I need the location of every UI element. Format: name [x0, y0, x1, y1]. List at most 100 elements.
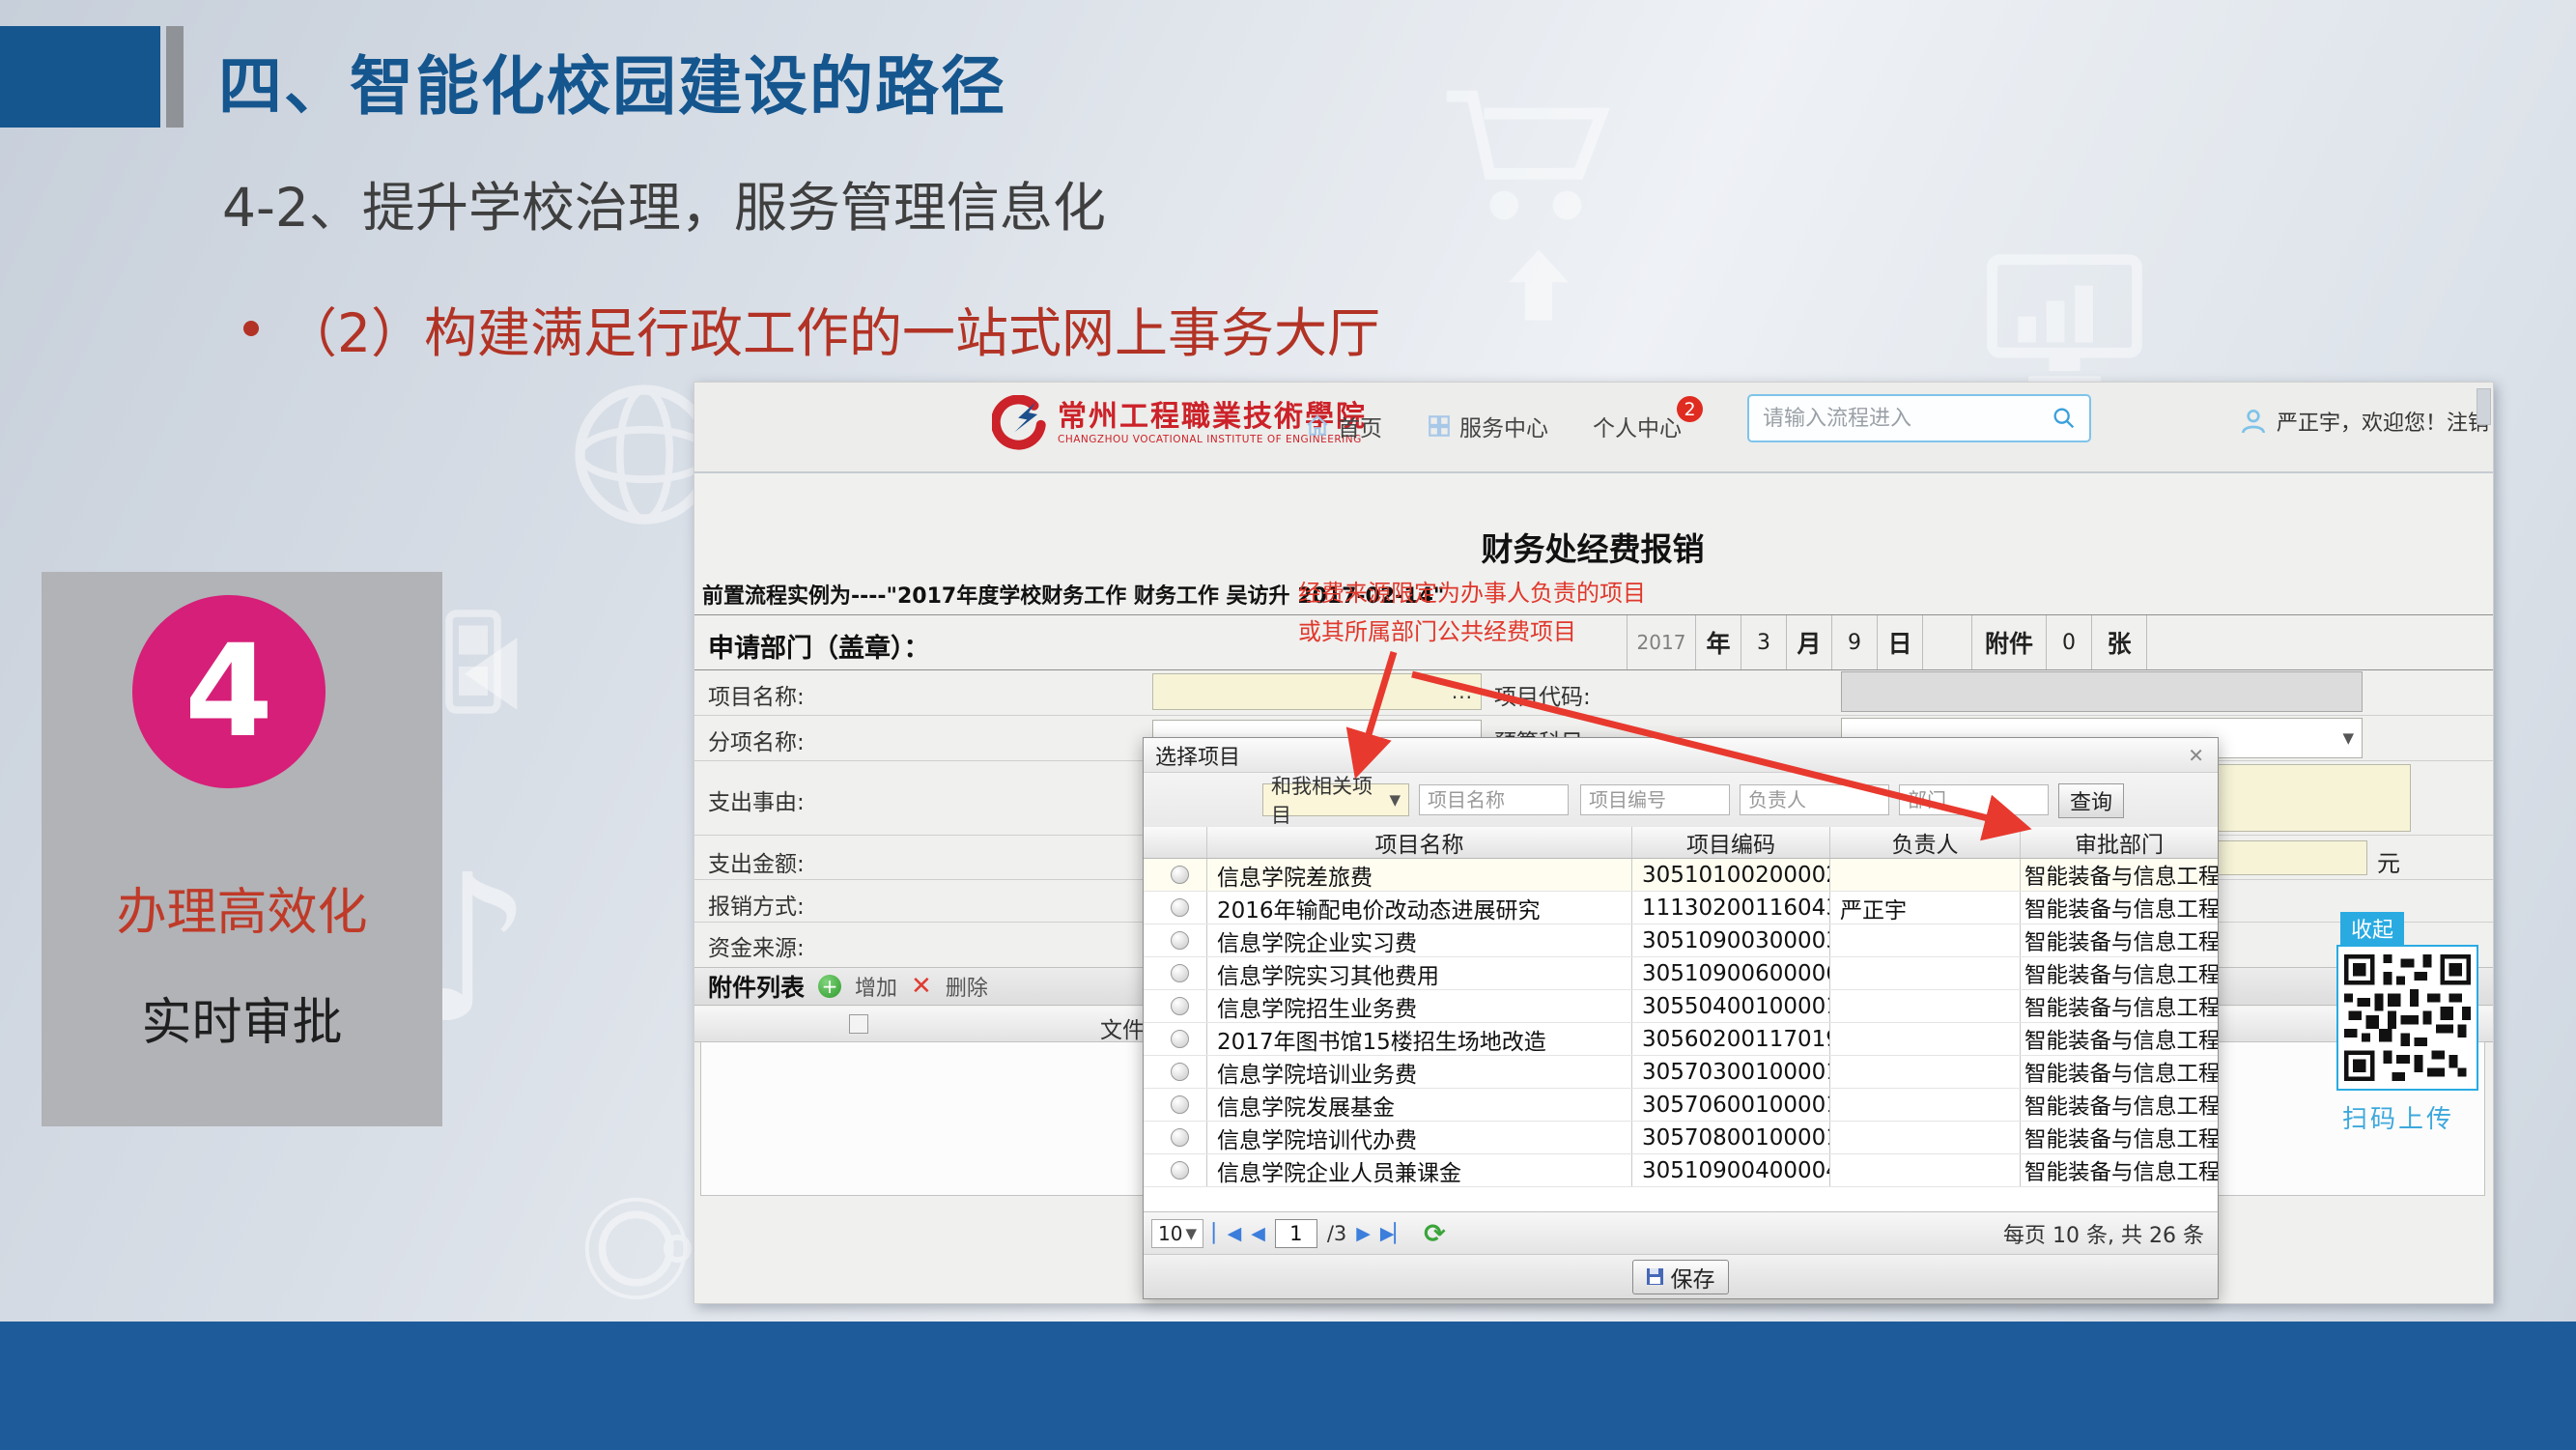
filter-project-name-input[interactable] — [1419, 784, 1569, 815]
table-row[interactable]: 信息学院企业人员兼课金 30510900400004 智能装备与信息工程学院 — [1144, 1154, 2218, 1187]
table-row[interactable]: 2017年图书馆15楼招生场地改造 30560200117019 智能装备与信息… — [1144, 1023, 2218, 1056]
cell-project-code: 30510900300003 — [1631, 924, 1829, 956]
cell-project-code: 30570600100001 — [1631, 1089, 1829, 1121]
radio-button[interactable] — [1171, 1030, 1189, 1048]
table-row[interactable]: 信息学院发展基金 30570600100001 智能装备与信息工程学院 — [1144, 1089, 2218, 1122]
save-button[interactable]: 保存 — [1632, 1260, 1729, 1294]
date-spacer — [1922, 615, 1971, 669]
close-icon[interactable]: ✕ — [2188, 744, 2204, 767]
radio-button[interactable] — [1171, 898, 1189, 917]
cell-owner — [1829, 1089, 2020, 1121]
monitor-chart-icon — [1980, 249, 2149, 394]
radio-button[interactable] — [1171, 1128, 1189, 1147]
home-icon — [1305, 413, 1330, 439]
qr-scan-label[interactable]: 扫码上传 — [2342, 1099, 2454, 1135]
apply-dept-row: 申请部门（盖章）： 2017 年 3 月 9 日 附件 0 张 — [694, 614, 2493, 670]
label-fund-source: 资金来源: — [708, 929, 805, 962]
radio-button[interactable] — [1171, 1161, 1189, 1180]
table-row[interactable]: 信息学院招生业务费 30550400100001 智能装备与信息工程学院 — [1144, 990, 2218, 1023]
attach-unit: 张 — [2091, 615, 2147, 669]
table-row[interactable]: 信息学院差旅费 30510100200002 智能装备与信息工程学院 — [1144, 859, 2218, 892]
project-name-input[interactable]: ... — [1152, 673, 1482, 710]
table-row[interactable]: 信息学院培训业务费 30570300100001 智能装备与信息工程学院 — [1144, 1056, 2218, 1089]
select-project-dialog: 选择项目 ✕ 和我相关项目 ▼ 查询 项目名称 项目编码 负责人 审批部门 — [1143, 737, 2219, 1299]
user-icon — [2238, 406, 2269, 437]
prev-page-button[interactable]: ◀ — [1251, 1223, 1265, 1244]
table-row[interactable]: 信息学院培训代办费 30570800100001 智能装备与信息工程学院 — [1144, 1122, 2218, 1154]
query-button[interactable]: 查询 — [2058, 783, 2124, 818]
attach-count: 0 — [2046, 615, 2091, 669]
attachment-delete-button[interactable]: 删除 — [946, 971, 988, 1002]
label-project-name: 项目名称: — [708, 678, 805, 711]
delete-x-icon[interactable]: ✕ — [911, 972, 932, 1001]
portal-header: 常州工程職業技術學院 CHANGZHOU VOCATIONAL INSTITUT… — [694, 383, 2493, 473]
nav-service-center[interactable]: 服务中心 — [1427, 410, 1548, 442]
radio-button[interactable] — [1171, 866, 1189, 884]
cell-dept: 智能装备与信息工程学院 — [2020, 892, 2218, 924]
cell-dept: 智能装备与信息工程学院 — [2020, 990, 2218, 1022]
attachment-title: 附件列表 — [708, 969, 805, 1004]
divider — [694, 715, 2493, 716]
user-account[interactable]: 严正宇，欢迎您！注销 — [2238, 406, 2489, 437]
label-expense-amount: 支出金额: — [708, 845, 805, 878]
qr-collapse-button[interactable]: 收起 — [2340, 912, 2404, 945]
nav-personal-center[interactable]: 个人中心 2 — [1593, 410, 1682, 442]
save-disk-icon — [1647, 1268, 1663, 1285]
page-number-input[interactable]: 1 — [1275, 1219, 1317, 1248]
slide-bullet: （2）构建满足行政工作的一站式网上事务大厅 — [243, 290, 1380, 367]
select-all-checkbox[interactable] — [849, 1014, 868, 1034]
first-page-button[interactable]: ▏◀ — [1213, 1223, 1241, 1244]
cell-project-name: 信息学院培训业务费 — [1206, 1056, 1631, 1088]
dialog-title-bar[interactable]: 选择项目 ✕ — [1144, 738, 2218, 773]
search-icon[interactable] — [2051, 405, 2078, 432]
radio-button[interactable] — [1171, 964, 1189, 982]
cell-dept: 智能装备与信息工程学院 — [2020, 1023, 2218, 1055]
attachment-add-button[interactable]: 增加 — [855, 971, 897, 1002]
slide-bullet-text: （2）构建满足行政工作的一站式网上事务大厅 — [284, 290, 1380, 367]
scrollbar-thumb[interactable] — [2477, 388, 2491, 425]
next-page-button[interactable]: ▶ — [1356, 1223, 1371, 1244]
refresh-icon[interactable]: ⟳ — [1424, 1219, 1446, 1249]
filter-owner-input[interactable] — [1740, 784, 1889, 815]
nav-home-label: 首页 — [1338, 410, 1382, 442]
filter-dropdown-value: 和我相关项目 — [1271, 771, 1389, 829]
qr-code — [2336, 945, 2478, 1091]
radio-button[interactable] — [1171, 1095, 1189, 1114]
nav-home[interactable]: 首页 — [1305, 410, 1382, 442]
page-size-value: 10 — [1158, 1222, 1182, 1245]
last-page-button[interactable]: ▶▏ — [1380, 1223, 1408, 1244]
card-line-efficiency: 办理高效化 — [42, 871, 442, 944]
filter-dropdown[interactable]: 和我相关项目 ▼ — [1262, 783, 1409, 816]
search-box[interactable] — [1747, 394, 2091, 442]
cell-owner — [1829, 1122, 2020, 1153]
slide-canvas: ♪ 四、智能化校园建设的路径 4-2、提升学校治理，服务管理信息化 （2）构建满… — [0, 0, 2576, 1450]
add-icon[interactable]: + — [818, 975, 841, 998]
cell-project-name: 信息学院差旅费 — [1206, 859, 1631, 891]
radio-column-header — [1144, 827, 1206, 858]
date-day-unit: 日 — [1877, 615, 1922, 669]
filter-dept-input[interactable] — [1899, 784, 2049, 815]
search-input[interactable] — [1749, 407, 2051, 431]
file-column-header: 文件 — [1100, 1011, 1145, 1044]
cell-project-name: 信息学院发展基金 — [1206, 1089, 1631, 1121]
table-row[interactable]: 信息学院实习其他费用 30510900600006 智能装备与信息工程学院 — [1144, 957, 2218, 990]
lookup-ellipsis-button[interactable]: ... — [1452, 680, 1473, 703]
col-dept: 审批部门 — [2020, 827, 2218, 858]
user-welcome-text: 严正宇，欢迎您！注销 — [2277, 406, 2489, 437]
arrow-up-icon — [1495, 242, 1582, 328]
cell-project-name: 信息学院实习其他费用 — [1206, 957, 1631, 989]
cart-icon — [1430, 68, 1613, 251]
table-row[interactable]: 2016年输配电价改动态进展研究 11130200116043 严正宇 智能装备… — [1144, 892, 2218, 924]
radio-button[interactable] — [1171, 997, 1189, 1015]
radio-button[interactable] — [1171, 931, 1189, 950]
cell-dept: 智能装备与信息工程学院 — [2020, 1154, 2218, 1186]
filter-project-code-input[interactable] — [1580, 784, 1730, 815]
page-size-select[interactable]: 10 ▼ — [1151, 1219, 1203, 1248]
cell-owner — [1829, 859, 2020, 891]
table-row[interactable]: 信息学院企业实习费 30510900300003 智能装备与信息工程学院 — [1144, 924, 2218, 957]
radio-button[interactable] — [1171, 1063, 1189, 1081]
cell-project-name: 信息学院培训代办费 — [1206, 1122, 1631, 1153]
cell-project-name: 信息学院企业人员兼课金 — [1206, 1154, 1631, 1186]
cell-dept: 智能装备与信息工程学院 — [2020, 957, 2218, 989]
arrow-left-icon — [444, 628, 551, 720]
